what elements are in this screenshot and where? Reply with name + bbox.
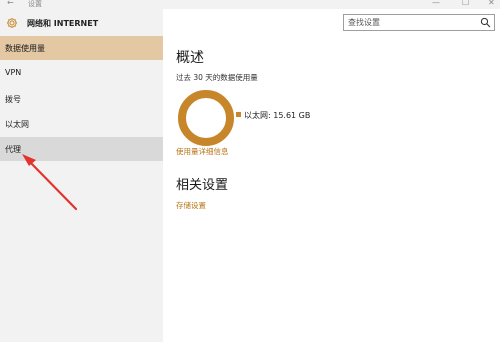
gear-icon — [7, 18, 17, 28]
sidebar-item-label: 代理 — [5, 145, 21, 154]
usage-donut-chart — [178, 90, 234, 146]
sidebar-item-data-usage[interactable]: 数据使用量 — [0, 36, 163, 60]
related-settings-heading: 相关设置 — [176, 178, 229, 193]
sidebar-item-label: 数据使用量 — [5, 44, 45, 53]
sidebar-item-vpn[interactable]: VPN — [0, 61, 163, 85]
page-title: 网络和 INTERNET — [27, 19, 99, 28]
minimize-button[interactable]: — — [432, 0, 440, 7]
legend-swatch — [236, 112, 241, 117]
search-input[interactable]: 查找设置 — [343, 14, 495, 31]
overview-heading: 概述 — [176, 50, 204, 66]
sidebar-item-ethernet[interactable]: 以太网 — [0, 112, 163, 136]
search-icon[interactable] — [480, 17, 491, 28]
maximize-button[interactable]: ☐ — [462, 0, 469, 7]
sidebar-item-label: 拨号 — [5, 95, 21, 104]
title-bar: ← 设置 — ☐ ✕ — [0, 0, 500, 9]
usage-donut-arc — [178, 90, 234, 146]
sidebar-item-label: VPN — [5, 68, 22, 77]
search-placeholder: 查找设置 — [348, 18, 380, 27]
close-button[interactable]: ✕ — [488, 0, 495, 7]
usage-period-text: 过去 30 天的数据使用量 — [176, 73, 258, 82]
sidebar-item-label: 以太网 — [5, 120, 29, 129]
usage-legend: 以太网: 15.61 GB — [236, 110, 310, 121]
sidebar-item-proxy[interactable]: 代理 — [0, 137, 163, 161]
sidebar-item-dialup[interactable]: 拨号 — [0, 87, 163, 111]
usage-details-link[interactable]: 使用量详细信息 — [176, 146, 229, 157]
storage-settings-link[interactable]: 存储设置 — [176, 200, 206, 211]
back-button[interactable]: ← — [7, 0, 14, 7]
window-title: 设置 — [28, 0, 42, 8]
legend-label: 以太网: 15.61 GB — [244, 111, 311, 120]
